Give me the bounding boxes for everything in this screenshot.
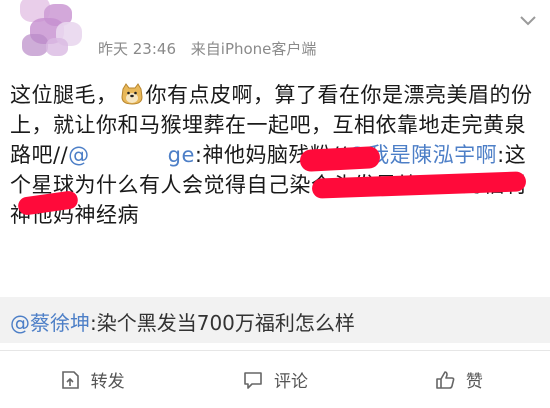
post-source: 来自iPhone客户端 — [190, 40, 317, 58]
comment-icon — [244, 371, 262, 389]
action-bar: 转发 评论 赞 — [0, 350, 550, 408]
repost-icon — [61, 370, 79, 389]
quoted-mention[interactable]: @蔡徐坤 — [10, 311, 90, 335]
quoted-post[interactable]: @蔡徐坤:染个黑发当700万福利怎么样 — [0, 297, 550, 343]
avatar[interactable] — [6, 0, 90, 62]
doge-emoji-icon — [120, 83, 143, 105]
post-text-part: :神他妈脑残粉// — [194, 143, 347, 167]
repost-button[interactable]: 转发 — [0, 351, 183, 408]
repost-label: 转发 — [90, 372, 125, 392]
mention-link[interactable]: @ — [68, 143, 90, 167]
quoted-text: @蔡徐坤:染个黑发当700万福利怎么样 — [10, 307, 355, 336]
post-text-part: 这位腿毛， — [10, 83, 118, 107]
mention-link-tail[interactable]: ge — [168, 143, 195, 167]
post-meta: 昨天 23:46 来自iPhone客户端 — [98, 38, 316, 59]
comment-button[interactable]: 评论 — [183, 351, 366, 408]
weibo-post: 昨天 23:46 来自iPhone客户端 这位腿毛， 你有点皮啊，算了看在你是漂… — [0, 0, 550, 407]
chevron-down-icon[interactable] — [518, 10, 538, 30]
like-label: 赞 — [465, 372, 483, 392]
like-icon — [436, 370, 455, 389]
post-time: 昨天 23:46 — [98, 40, 176, 58]
like-button[interactable]: 赞 — [367, 351, 550, 408]
quoted-body: :染个黑发当700万福利怎么样 — [90, 311, 355, 335]
mention-link[interactable]: @我是陳泓宇啊 — [347, 143, 498, 167]
comment-label: 评论 — [273, 372, 308, 392]
post-content: 这位腿毛， 你有点皮啊，算了看在你是漂亮美眉的份上，就让你和马猴埋葬在一起吧，互… — [10, 80, 542, 230]
